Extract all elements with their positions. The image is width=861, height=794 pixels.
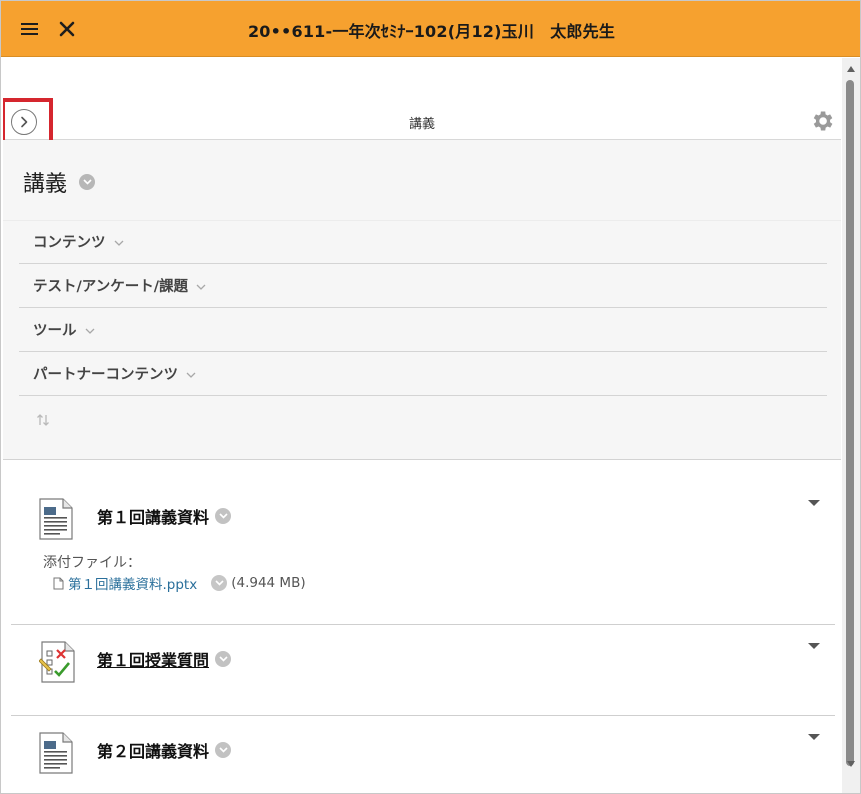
attachment-link[interactable]: 第１回講義資料.pptx: [68, 573, 197, 593]
nav-item-contents[interactable]: コンテンツ: [19, 220, 827, 264]
nav-item-label: パートナーコンテンツ: [33, 367, 178, 383]
chevron-down-icon: [196, 284, 206, 290]
panel-title-text: 講義: [23, 172, 68, 197]
sub-header: 講義: [3, 98, 841, 146]
sub-header-title: 講義: [408, 117, 435, 132]
collapse-toggle-icon[interactable]: [807, 498, 821, 508]
document-icon: [39, 498, 73, 540]
nav-item-label: コンテンツ: [33, 235, 106, 251]
item-title-link[interactable]: 第１回授業質問: [97, 647, 209, 671]
nav-item-tools[interactable]: ツール: [19, 308, 827, 352]
file-icon: [53, 577, 64, 589]
collapse-toggle-icon[interactable]: [807, 732, 821, 742]
reorder-arrows-icon[interactable]: [33, 410, 53, 430]
content-item: 第２回講義資料: [11, 716, 835, 793]
item-title-text[interactable]: 第２回講義資料: [97, 738, 209, 762]
content-area[interactable]: 講義 講義 コンテンツ テスト/アンケート/課題 ツール パートナーコンテンツ …: [3, 58, 841, 793]
attachment-options-icon[interactable]: [211, 575, 228, 591]
item-title-text[interactable]: 第１回講義資料: [97, 504, 209, 528]
scroll-thumb[interactable]: [846, 80, 854, 766]
nav-item-partner-contents[interactable]: パートナーコンテンツ: [19, 352, 827, 396]
chevron-down-icon: [114, 240, 123, 246]
navigation-panel: 講義 コンテンツ テスト/アンケート/課題 ツール パートナーコンテンツ: [3, 140, 841, 460]
collapse-toggle-icon[interactable]: [807, 641, 821, 651]
chevron-down-icon: [186, 372, 196, 378]
item-title[interactable]: 第１回講義資料: [97, 504, 232, 528]
attachment-label: 添付ファイル：: [43, 555, 141, 571]
survey-icon: [39, 641, 75, 683]
content-item: 第１回授業質問: [11, 625, 835, 716]
attachment-row: 第１回講義資料.pptx (4.944 MB): [53, 573, 306, 593]
course-title: 20••611-一年次ｾﾐﾅｰ102(月12)玉川 太郎先生: [247, 22, 616, 41]
item-options-icon[interactable]: [215, 508, 232, 524]
item-title[interactable]: 第１回授業質問: [97, 647, 232, 671]
content-item: 第１回講義資料 添付ファイル： 第１回講義資料.pptx (4.944 MB): [11, 482, 835, 625]
panel-title-dropdown-icon[interactable]: [79, 174, 96, 190]
scroll-up-arrow-icon[interactable]: [847, 66, 855, 72]
nav-item-label: テスト/アンケート/課題: [33, 279, 189, 295]
attachment-size: (4.944 MB): [231, 575, 306, 591]
gear-icon[interactable]: [809, 108, 835, 134]
top-bar: 20••611-一年次ｾﾐﾅｰ102(月12)玉川 太郎先生: [1, 1, 860, 57]
panel-title: 講義: [23, 166, 96, 198]
item-options-icon[interactable]: [215, 651, 232, 667]
vertical-scrollbar[interactable]: [842, 58, 860, 793]
app-window: 20••611-一年次ｾﾐﾅｰ102(月12)玉川 太郎先生 講義 講義 コンテ…: [0, 0, 861, 794]
item-options-icon[interactable]: [215, 742, 232, 758]
nav-item-label: ツール: [33, 323, 77, 339]
item-title[interactable]: 第２回講義資料: [97, 738, 232, 762]
document-icon: [39, 732, 73, 774]
chevron-down-icon: [85, 328, 94, 334]
nav-item-tests-surveys-assignments[interactable]: テスト/アンケート/課題: [19, 264, 827, 308]
scroll-down-arrow-icon[interactable]: [847, 761, 855, 767]
